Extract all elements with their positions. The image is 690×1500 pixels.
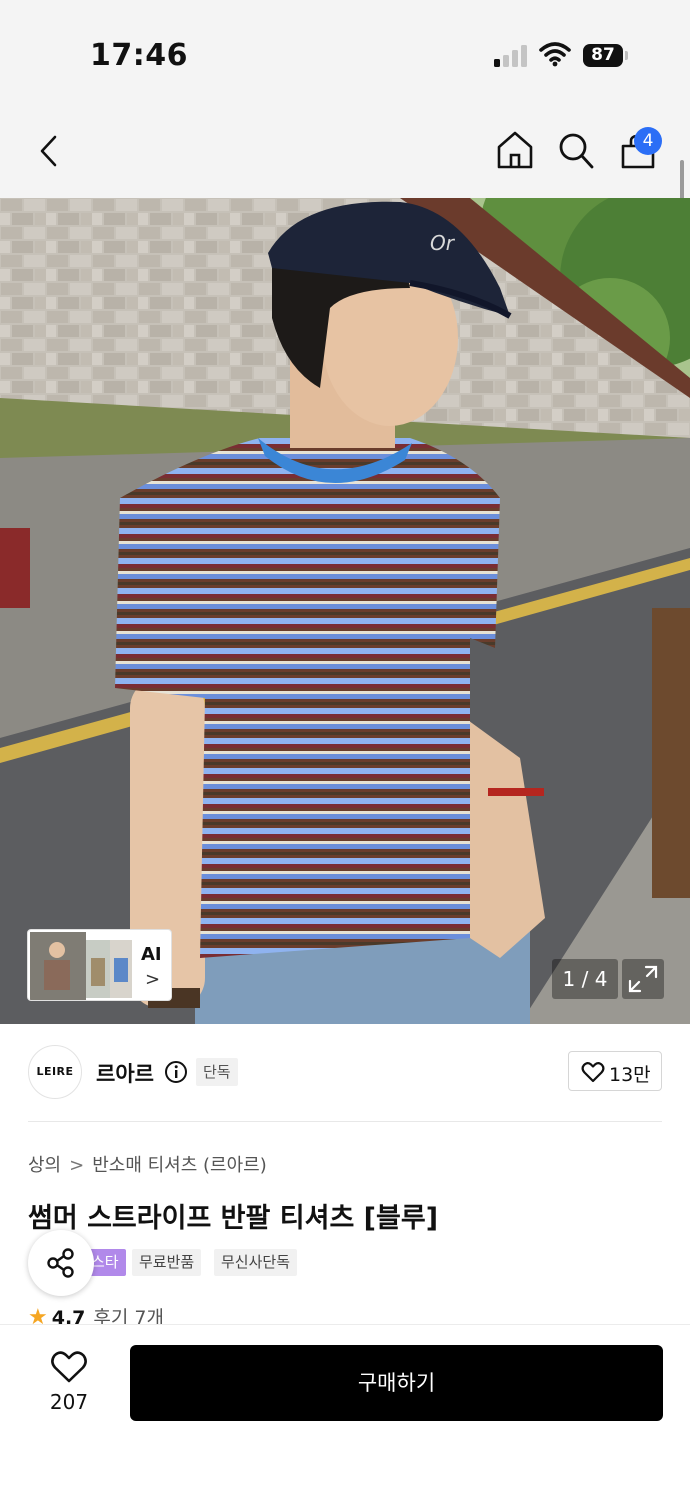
brand-name[interactable]: 르아르: [96, 1058, 154, 1088]
brand-logo[interactable]: LEIRE: [28, 1045, 82, 1099]
app-frame: 17:46 87 4 Or AI > 1 / 4 LEIRE 르아르 단독 13…: [0, 0, 690, 1500]
share-icon: [47, 1248, 74, 1278]
tag-musinsa-exclusive: 무신사단독: [214, 1249, 298, 1276]
exclusive-badge: 단독: [196, 1058, 238, 1086]
home-icon[interactable]: [496, 130, 534, 170]
product-image[interactable]: Or: [0, 198, 690, 1024]
clock: 17:46: [90, 38, 188, 73]
wishlist-count: 207: [49, 1390, 89, 1414]
image-counter: 1 / 4: [552, 959, 618, 999]
cellular-signal-icon: [494, 43, 528, 67]
heart-icon: [581, 1062, 605, 1083]
brand-like-button[interactable]: 13만: [568, 1051, 662, 1091]
brand-like-count: 13만: [609, 1064, 651, 1086]
divider: [28, 1121, 662, 1122]
search-icon[interactable]: [557, 131, 595, 171]
product-title: 썸머 스트라이프 반팔 티셔츠 [블루]: [28, 1203, 439, 1234]
battery-tip: [625, 51, 628, 60]
breadcrumb: 상의 > 반소매 티셔츠 (르아르): [28, 1151, 267, 1177]
expand-icon[interactable]: [622, 959, 664, 999]
breadcrumb-category[interactable]: 상의: [28, 1155, 61, 1176]
svg-text:Or: Or: [430, 231, 456, 255]
status-bar: 17:46 87: [0, 0, 690, 100]
tag-free-return: 무료반품: [132, 1249, 202, 1276]
ai-similar-items-button[interactable]: [27, 929, 172, 1001]
heart-icon[interactable]: [50, 1350, 88, 1384]
ai-label: AI: [141, 944, 162, 965]
product-photo: Or: [0, 198, 690, 1024]
chevron-right-icon: >: [69, 1155, 85, 1176]
chevron-left-icon[interactable]: [37, 134, 61, 168]
ai-thumbnail-image: [30, 932, 132, 1000]
info-icon[interactable]: [164, 1060, 188, 1084]
cart-count-badge: 4: [634, 127, 662, 155]
chevron-right-icon: >: [145, 969, 161, 990]
share-button[interactable]: [28, 1230, 94, 1296]
buy-button[interactable]: 구매하기: [130, 1345, 663, 1421]
wifi-icon: [539, 42, 571, 67]
breadcrumb-subcategory[interactable]: 반소매 티셔츠 (르아르): [92, 1155, 267, 1176]
battery-indicator: 87: [583, 44, 623, 67]
